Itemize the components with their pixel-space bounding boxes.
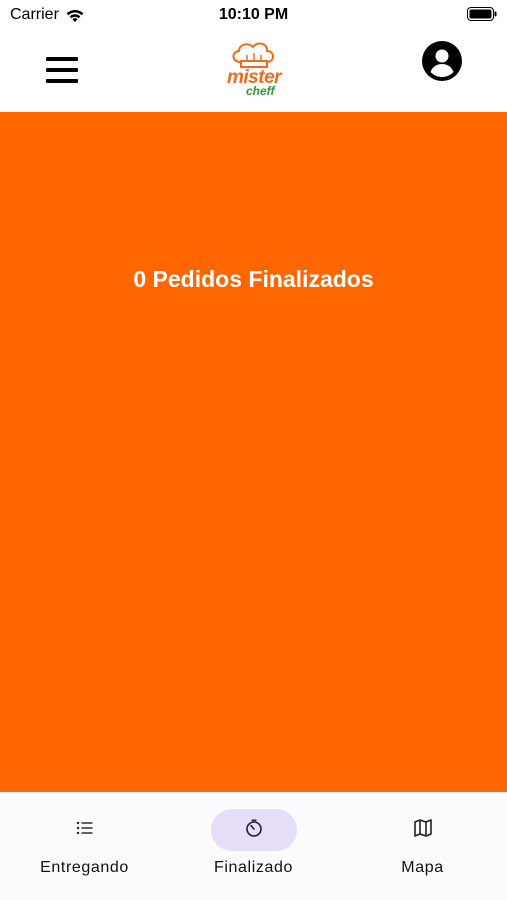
finished-orders-count: 0 Pedidos Finalizados <box>133 266 374 292</box>
status-bar: Carrier 10:10 PM <box>0 0 507 30</box>
timer-icon <box>246 819 262 837</box>
nav-tab-mapa[interactable]: Mapa <box>338 793 507 900</box>
battery-icon <box>467 7 497 21</box>
orders-panel: 0 Pedidos Finalizados <box>0 112 507 792</box>
nav-label-entregando: Entregando <box>40 859 129 876</box>
user-circle-icon <box>422 41 462 81</box>
profile-button[interactable] <box>422 41 462 81</box>
list-icon <box>76 821 93 835</box>
nav-tab-entregando[interactable]: Entregando <box>0 793 169 900</box>
nav-label-finalizado: Finalizado <box>214 859 293 876</box>
app-header: mister cheff <box>0 30 507 112</box>
nav-label-mapa: Mapa <box>401 859 444 876</box>
app-screen: Carrier 10:10 PM mister cheff 0 Pedidos … <box>0 0 507 900</box>
chef-hat-icon <box>232 42 274 68</box>
hamburger-icon <box>46 57 78 61</box>
nav-tab-finalizado[interactable]: Finalizado <box>169 793 338 900</box>
logo-text-sub: cheff <box>246 84 275 98</box>
mister-cheff-logo: mister cheff <box>222 40 286 100</box>
map-icon <box>414 819 432 837</box>
menu-button[interactable] <box>44 54 80 86</box>
status-time: 10:10 PM <box>218 6 289 23</box>
bottom-navigation: Entregando Finalizado Mapa <box>0 792 507 900</box>
